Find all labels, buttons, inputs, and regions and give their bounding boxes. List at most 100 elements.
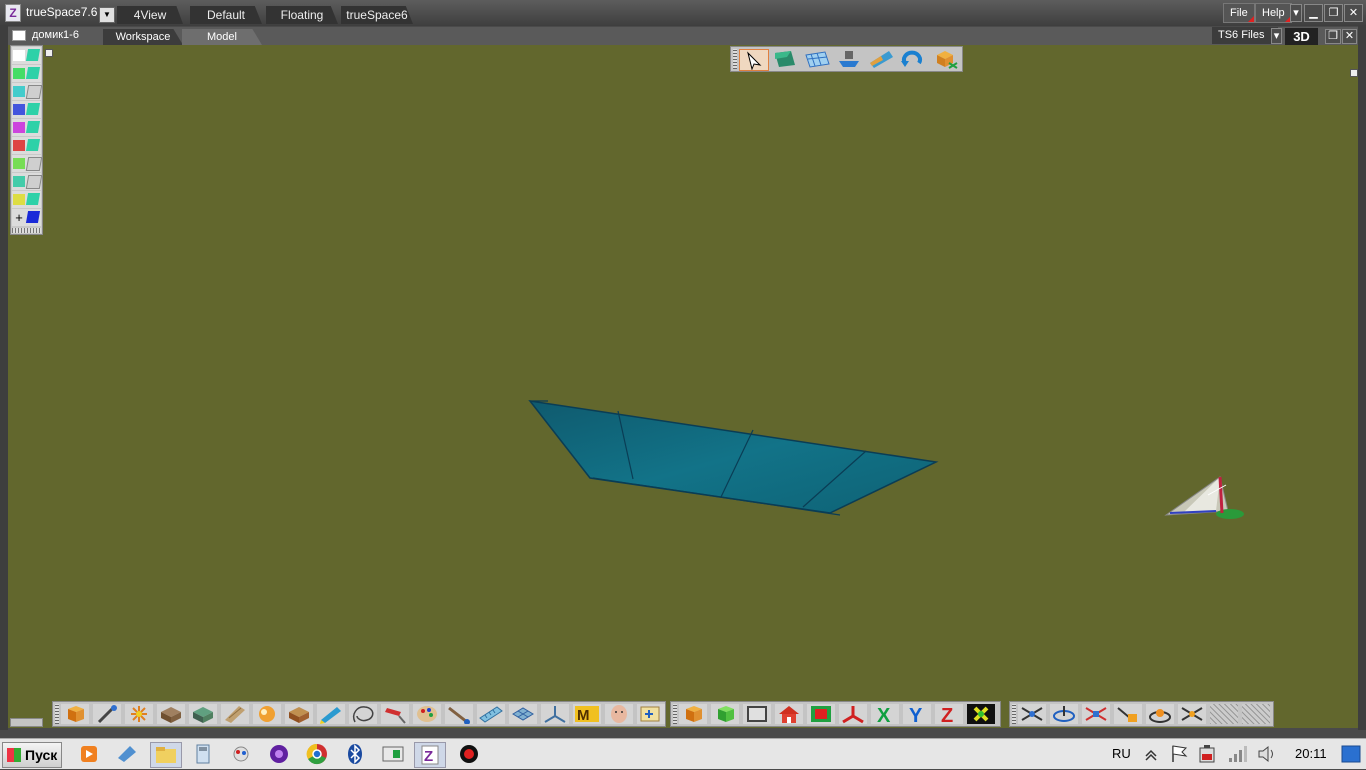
tab-model[interactable]: Model: [182, 29, 262, 45]
camera-gizmo[interactable]: [1164, 476, 1244, 519]
wand-icon[interactable]: [445, 704, 473, 725]
window-icon[interactable]: [378, 742, 408, 766]
language-indicator[interactable]: RU: [1112, 746, 1131, 761]
layout-dropdown-icon[interactable]: ▼: [99, 7, 115, 23]
layout-tab-4view[interactable]: 4View: [117, 6, 183, 24]
house-icon[interactable]: [775, 704, 803, 724]
axis-icon[interactable]: [541, 704, 569, 724]
scale-icon[interactable]: [1082, 704, 1110, 724]
add-icon[interactable]: +: [13, 211, 25, 224]
snap-icon[interactable]: [967, 704, 995, 724]
zoom-icon[interactable]: [1178, 704, 1206, 724]
volume-icon[interactable]: [1256, 742, 1278, 766]
panel-close-icon[interactable]: ✕: [1342, 29, 1357, 44]
object-tool-icon[interactable]: [739, 49, 769, 71]
render-icon[interactable]: [867, 49, 895, 69]
pin-icon[interactable]: [45, 49, 53, 57]
grid-plane-icon[interactable]: [803, 49, 831, 69]
truespace-icon[interactable]: Z: [414, 742, 446, 768]
folder-icon[interactable]: [150, 742, 182, 768]
m-icon[interactable]: M: [573, 704, 601, 724]
restore-icon[interactable]: ❐: [1324, 4, 1343, 22]
layout-tab-default[interactable]: Default: [190, 6, 262, 24]
palette-grip[interactable]: [12, 228, 41, 233]
orbit-icon[interactable]: [1146, 704, 1174, 724]
record-icon[interactable]: [454, 742, 484, 766]
material-icon[interactable]: [157, 704, 185, 724]
layout-tab-truespace6[interactable]: trueSpace6: [341, 6, 413, 24]
chrome-icon[interactable]: [302, 742, 332, 766]
toolbar-grip[interactable]: [673, 704, 677, 724]
flag-icon[interactable]: [1168, 742, 1190, 766]
move-icon[interactable]: [1018, 704, 1046, 724]
calculator-icon[interactable]: [188, 742, 218, 766]
palette-icon[interactable]: [413, 704, 441, 724]
truespace-app-icon[interactable]: Z: [5, 4, 21, 22]
pan-icon[interactable]: [1114, 704, 1142, 724]
cube-green-icon[interactable]: [711, 704, 739, 724]
mesh-icon[interactable]: [509, 704, 537, 724]
add-layer-row[interactable]: +: [12, 209, 41, 226]
cube-primitive-icon[interactable]: [61, 704, 89, 724]
eraser-icon[interactable]: [112, 742, 142, 766]
clock[interactable]: 20:11: [1295, 746, 1327, 761]
battery-icon[interactable]: [1196, 742, 1218, 766]
shading-icon[interactable]: [253, 704, 281, 724]
tab-workspace[interactable]: Workspace: [103, 29, 183, 45]
palette-row[interactable]: [12, 155, 43, 172]
red-box-icon[interactable]: [807, 704, 835, 724]
pedestal-icon[interactable]: [835, 49, 863, 69]
x-axis-icon[interactable]: X: [871, 704, 899, 727]
box-icon[interactable]: [285, 704, 313, 724]
palette-row[interactable]: [12, 173, 43, 190]
show-desktop-icon[interactable]: [1340, 742, 1362, 766]
player-icon[interactable]: [264, 742, 294, 766]
palette-row[interactable]: [12, 137, 41, 154]
brush-icon[interactable]: [93, 704, 121, 724]
palette-row[interactable]: [12, 119, 41, 136]
grid1-icon[interactable]: [1210, 704, 1238, 724]
light-burst-icon[interactable]: [125, 704, 153, 724]
signal-icon[interactable]: [1226, 742, 1248, 766]
palette-row[interactable]: [12, 65, 41, 82]
3d-viewport[interactable]: [8, 45, 1358, 728]
cube-orange-icon[interactable]: [679, 704, 707, 724]
face-icon[interactable]: [605, 704, 633, 724]
ts6-files-button[interactable]: TS6 Files: [1212, 27, 1278, 44]
z-axis-icon[interactable]: Z: [935, 704, 963, 727]
y-axis-icon[interactable]: Y: [903, 704, 931, 727]
tray-expand-icon[interactable]: [1140, 742, 1162, 766]
bottom-grip[interactable]: [10, 718, 43, 727]
frame-icon[interactable]: [743, 704, 771, 724]
rotate-icon[interactable]: [1050, 704, 1078, 724]
nav-cube-icon[interactable]: [771, 49, 799, 69]
toolbar-grip[interactable]: [1012, 704, 1016, 724]
figure-icon[interactable]: [637, 704, 665, 724]
paint-app-icon[interactable]: [226, 742, 256, 766]
ts6-dropdown-icon[interactable]: ▾: [1271, 28, 1282, 44]
palette-row[interactable]: [12, 101, 41, 118]
toolbar-grip[interactable]: [55, 704, 59, 724]
grid2-icon[interactable]: [1242, 704, 1270, 724]
help-menu-button[interactable]: Help: [1255, 3, 1292, 23]
palette-row[interactable]: [12, 47, 41, 64]
close-icon[interactable]: ✕: [1344, 4, 1363, 22]
3d-mode-label[interactable]: 3D: [1285, 28, 1318, 45]
lasso-icon[interactable]: [349, 704, 377, 724]
undo-arc-icon[interactable]: [899, 49, 927, 69]
start-button[interactable]: Пуск: [2, 742, 62, 768]
scene-canvas[interactable]: [8, 45, 1358, 728]
options-dropdown-icon[interactable]: ▾: [1290, 4, 1302, 22]
pin-icon[interactable]: [1350, 69, 1358, 77]
media-player-icon[interactable]: [74, 742, 104, 766]
ruler-icon[interactable]: [477, 704, 505, 724]
paint-icon[interactable]: [381, 704, 409, 724]
file-menu-button[interactable]: File: [1223, 3, 1255, 23]
extruded-plane[interactable]: [528, 399, 939, 516]
axes-icon[interactable]: [839, 704, 867, 724]
palette-row[interactable]: [12, 83, 43, 100]
sweep-icon[interactable]: [189, 704, 217, 724]
box-pick-icon[interactable]: [931, 49, 959, 69]
bluetooth-icon[interactable]: [340, 742, 370, 766]
layout-tab-floating[interactable]: Floating: [266, 6, 338, 24]
